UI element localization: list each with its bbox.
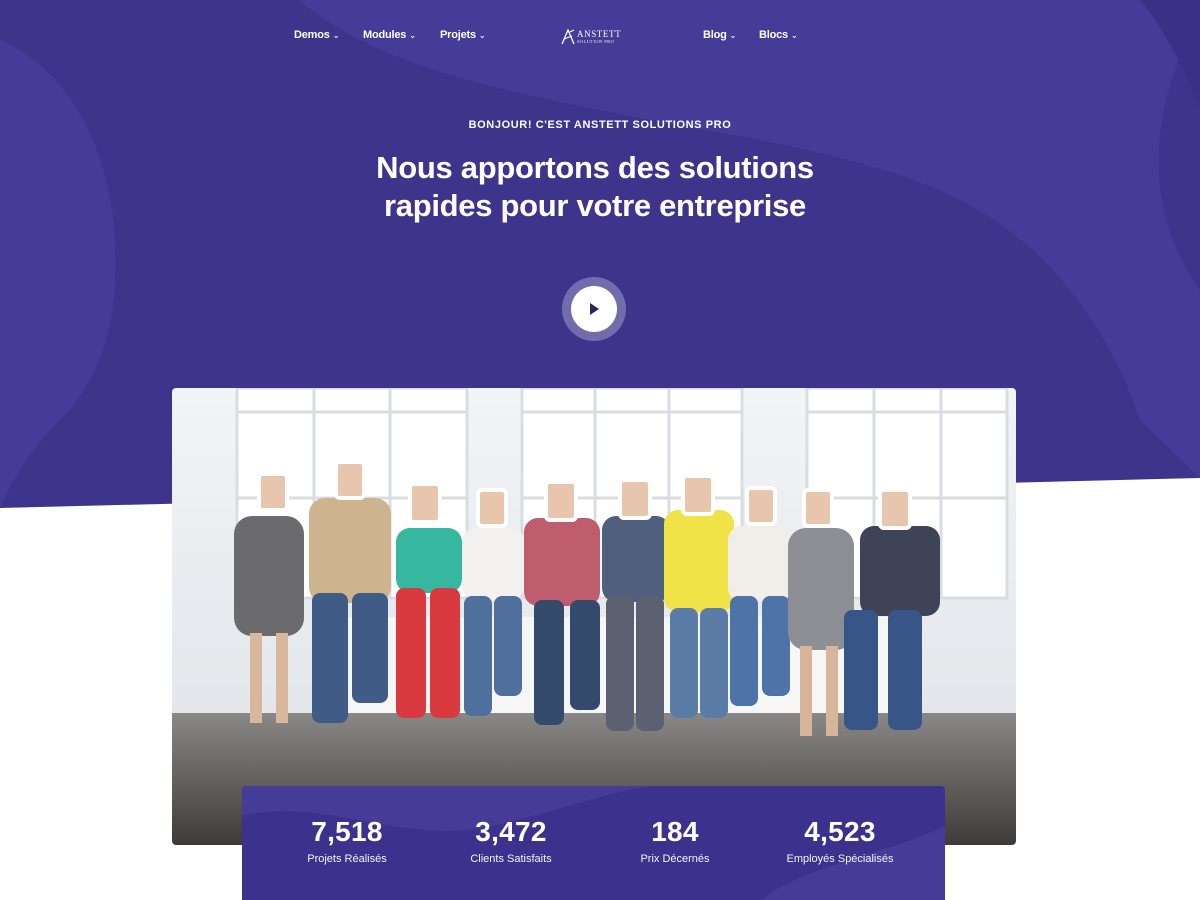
- team-photo: [172, 388, 1016, 845]
- stat-value: 7,518: [311, 816, 383, 847]
- chevron-down-icon: ⌄: [790, 31, 798, 40]
- stat-label: Employés Spécialisés: [786, 853, 894, 865]
- stat-clients: 3,472 Clients Satisfaits: [456, 816, 566, 866]
- logo-title: ANSTETT: [577, 28, 622, 39]
- nav-label: Modules: [363, 29, 407, 41]
- stat-value: 4,523: [804, 816, 876, 847]
- chevron-down-icon: ⌄: [478, 31, 486, 40]
- stat-prix: 184 Prix Décernés: [620, 816, 730, 866]
- nav-label: Projets: [440, 29, 476, 41]
- site-logo[interactable]: ANSTETT SOLUTION PRO: [561, 26, 627, 48]
- nav-item-projets[interactable]: Projets ⌄: [440, 22, 486, 48]
- chevron-down-icon: ⌄: [332, 31, 340, 40]
- hero-eyebrow: BONJOUR! C'EST ANSTETT SOLUTIONS PRO: [468, 119, 732, 131]
- nav-label: Demos: [294, 29, 330, 41]
- logo-subtitle: SOLUTION PRO: [577, 38, 615, 44]
- stat-label: Projets Réalisés: [307, 853, 387, 865]
- nav-item-demos[interactable]: Demos ⌄: [294, 22, 339, 48]
- hero-headline: Nous apportons des solutions rapides pou…: [376, 150, 814, 223]
- nav-item-blog[interactable]: Blog ⌄: [703, 22, 736, 48]
- nav-item-blocs[interactable]: Blocs ⌄: [759, 22, 798, 48]
- team-photo-illustration: [172, 388, 1016, 845]
- play-video-button[interactable]: [562, 277, 626, 341]
- stats-banner: 7,518 Projets Réalisés 3,472 Clients Sat…: [242, 786, 945, 900]
- logo-mark-icon: [561, 29, 575, 45]
- stat-projets: 7,518 Projets Réalisés: [292, 816, 402, 866]
- stat-value: 184: [651, 816, 699, 847]
- main-nav: Demos ⌄ Modules ⌄ Projets ⌄ ANSTETT SOLU…: [0, 22, 1200, 48]
- stat-employes: 4,523 Employés Spécialisés: [770, 816, 910, 866]
- stat-label: Clients Satisfaits: [470, 853, 552, 865]
- play-icon: [590, 303, 599, 315]
- chevron-down-icon: ⌄: [409, 31, 416, 40]
- stat-value: 3,472: [475, 816, 547, 847]
- nav-label: Blog: [703, 29, 727, 41]
- stat-label: Prix Décernés: [640, 853, 710, 865]
- nav-label: Blocs: [759, 29, 788, 41]
- chevron-down-icon: ⌄: [729, 31, 737, 40]
- nav-item-modules[interactable]: Modules ⌄: [363, 22, 416, 48]
